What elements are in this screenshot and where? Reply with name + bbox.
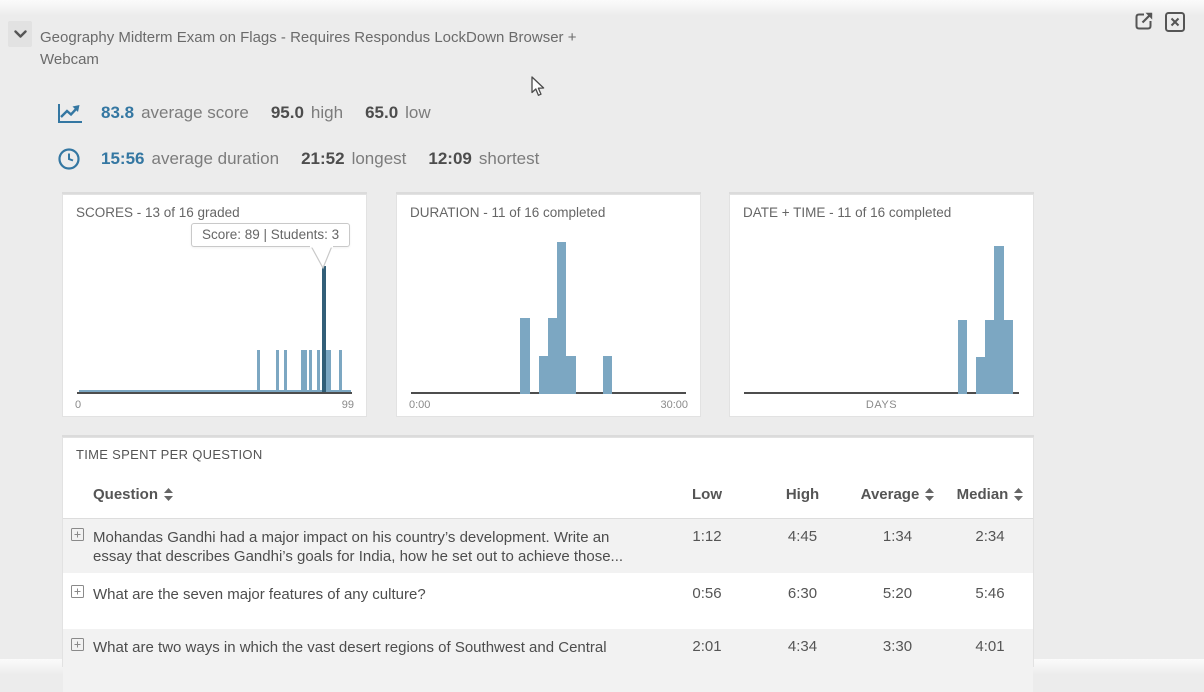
score-bar[interactable] [257,350,260,392]
score-bar[interactable] [276,350,279,392]
close-button[interactable] [1163,11,1187,35]
score-bar[interactable] [339,350,342,392]
high-value: 6:30 [755,585,850,602]
scores-axis-max: 99 [342,399,354,411]
high-score-label: high [311,103,343,123]
completion-bar[interactable] [994,246,1003,394]
median-column-label: Median [957,486,1009,503]
low-score-value: 65.0 [365,103,398,123]
score-bar[interactable] [317,350,320,392]
average-score-value: 83.8 [101,103,134,123]
table-title: TIME SPENT PER QUESTION [76,447,263,462]
expand-plus-icon [71,585,84,598]
duration-chart-panel: DURATION - 11 of 16 completed 0:00 30:00 [396,194,701,417]
shortest-duration-value: 12:09 [428,149,471,169]
average-value: 5:20 [850,585,945,602]
low-value: 2:01 [659,638,755,655]
average-column-label: Average [861,486,920,503]
scores-axis-min: 0 [75,399,81,411]
expand-plus-icon [71,638,84,651]
median-value: 5:46 [945,585,1035,602]
score-summary-row: 83.8 average score 95.0 high 65.0 low [57,101,453,125]
expand-question-button[interactable] [71,528,84,544]
mouse-cursor [531,76,546,98]
collapse-button[interactable] [8,21,32,47]
duration-bar[interactable] [566,356,575,394]
shortest-duration-label: shortest [479,149,539,169]
score-bar[interactable] [284,350,287,392]
expand-question-button[interactable] [71,585,84,601]
low-value: 1:12 [659,528,755,545]
expand-plus-icon [71,528,84,541]
datetime-axis-label: DAYS [730,399,1033,411]
popout-button[interactable] [1131,10,1155,34]
completion-bar[interactable] [1004,320,1013,394]
clock-icon [57,148,83,170]
duration-bar[interactable] [603,356,612,394]
scores-chart-panel: SCORES - 13 of 16 graded 0 99 Score: 89 … [62,194,367,417]
sort-icon [925,488,934,501]
duration-bar[interactable] [557,242,566,394]
low-column-label: Low [692,486,722,503]
score-bar[interactable] [304,350,307,392]
question-text: What are the seven major features of any… [93,585,659,604]
close-icon [1164,11,1186,33]
expand-question-button[interactable] [71,638,84,654]
duration-bar[interactable] [520,318,529,394]
median-value: 2:34 [945,528,1035,545]
completion-bar[interactable] [985,320,994,394]
average-value: 3:30 [850,638,945,655]
low-value: 0:56 [659,585,755,602]
datetime-plot [730,195,1033,416]
score-bar[interactable] [328,350,331,392]
duration-axis-max: 30:00 [660,399,688,411]
average-score-label: average score [141,103,249,123]
external-link-icon [1132,10,1155,33]
chevron-down-icon [14,30,27,39]
question-row: Mohandas Gandhi had a major impact on hi… [63,519,1033,573]
sort-by-median-button[interactable]: Median [957,486,1024,503]
score-tooltip: Score: 89 | Students: 3 [191,223,350,247]
question-text: Mohandas Gandhi had a major impact on hi… [93,528,659,566]
question-column-label: Question [93,486,158,503]
question-text: What are two ways in which the vast dese… [93,638,659,657]
high-value: 4:45 [755,528,850,545]
duration-bar[interactable] [548,318,557,394]
duration-summary-row: 15:56 average duration 21:52 longest 12:… [57,147,561,171]
trend-line-icon [57,102,83,124]
longest-duration-value: 21:52 [301,149,344,169]
sort-by-question-button[interactable]: Question [93,486,173,503]
question-row: What are the seven major features of any… [63,576,1033,626]
low-score-label: low [405,103,431,123]
longest-duration-label: longest [352,149,407,169]
high-score-value: 95.0 [271,103,304,123]
duration-plot [397,195,700,416]
high-value: 4:34 [755,638,850,655]
average-duration-label: average duration [151,149,279,169]
completion-bar[interactable] [958,320,967,394]
sort-by-average-button[interactable]: Average [861,486,935,503]
completion-bar[interactable] [976,357,985,394]
average-duration-value: 15:56 [101,149,144,169]
table-body: Mohandas Gandhi had a major impact on hi… [63,519,1033,666]
datetime-chart-panel: DATE + TIME - 11 of 16 completed DAYS [729,194,1034,417]
duration-bar[interactable] [539,356,548,394]
table-header-row: Question Low High Average Median [63,471,1033,519]
median-value: 4:01 [945,638,1035,655]
sort-icon [1014,488,1023,501]
average-value: 1:34 [850,528,945,545]
duration-axis-min: 0:00 [409,399,430,411]
sort-icon [164,488,173,501]
quiz-stats-dialog: Geography Midterm Exam on Flags - Requir… [0,0,1204,659]
tooltip-pointer [301,245,337,271]
time-per-question-panel: TIME SPENT PER QUESTION Question Low Hig… [62,437,1034,667]
high-column-label: High [786,486,819,503]
question-row: What are two ways in which the vast dese… [63,629,1033,692]
score-bar[interactable] [309,350,312,392]
scores-x-axis [77,392,352,394]
dialog-title: Geography Midterm Exam on Flags - Requir… [40,27,625,71]
